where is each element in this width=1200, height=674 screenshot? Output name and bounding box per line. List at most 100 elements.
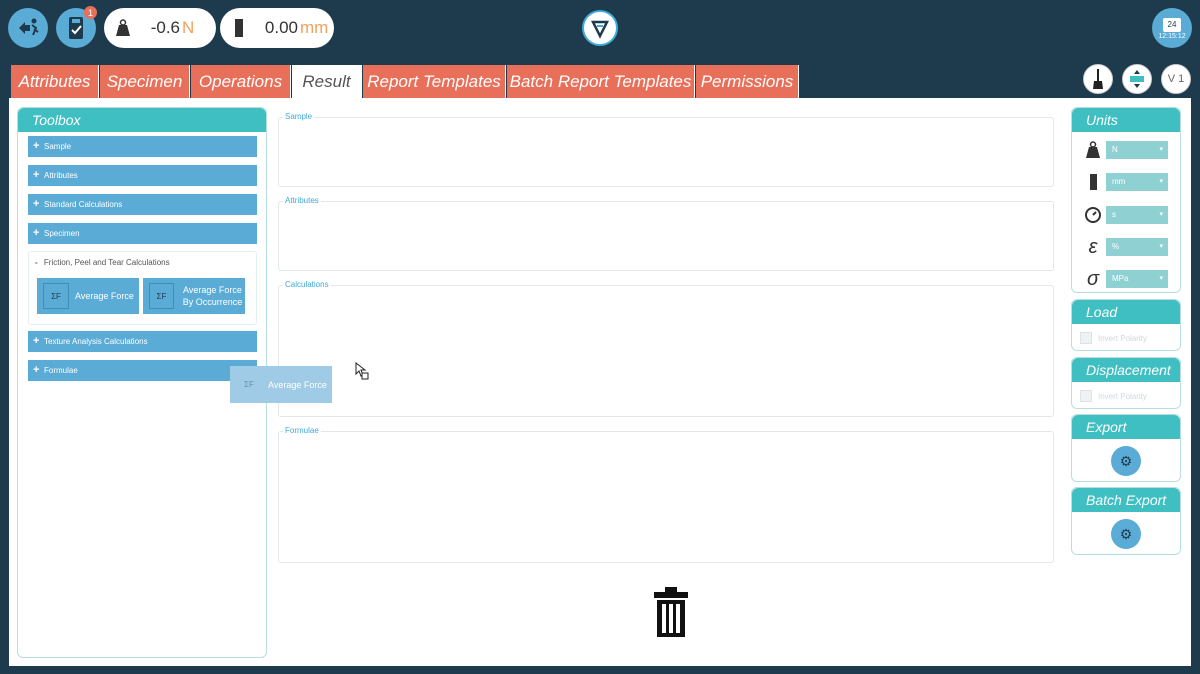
tab-operations[interactable]: Operations [191, 65, 291, 98]
epsilon-icon: ε [1088, 235, 1098, 258]
units-panel: Units N ▾ mm ▾ s ▾ ε % ▾ σ MPa ▾ [1071, 107, 1181, 293]
force-graph-icon: ΣF [43, 283, 69, 309]
batch-export-title: Batch Export [1072, 488, 1180, 512]
plus-icon: + [33, 169, 40, 181]
toolbox-item-label: Standard Calculations [44, 200, 123, 209]
export-settings-button[interactable]: ⚙ [1111, 446, 1141, 476]
toolbox-group-friction: - Friction, Peel and Tear Calculations Σ… [28, 251, 257, 325]
plus-icon: + [33, 335, 40, 347]
weight-icon [1086, 141, 1100, 158]
calendar-icon: 24 [1163, 18, 1181, 32]
toolbox-item-label: Specimen [44, 229, 80, 238]
tab-specimen[interactable]: Specimen [100, 65, 190, 98]
top-bar: 1 -0.6 N 0.00 mm 24 12:15:12 [0, 0, 1200, 56]
tab-permissions[interactable]: Permissions [696, 65, 799, 98]
chevron-down-icon: ▾ [1159, 146, 1163, 153]
force-graph-icon: ΣF [244, 380, 254, 389]
fit-height-button[interactable] [1122, 64, 1152, 94]
stress-unit-select[interactable]: MPa ▾ [1106, 270, 1168, 288]
batch-export-panel: Batch Export ⚙ [1071, 487, 1181, 555]
toolbox-item-specimen[interactable]: + Specimen [28, 223, 257, 244]
time-unit-select[interactable]: s ▾ [1106, 206, 1168, 224]
load-value: -0.6 [150, 18, 180, 37]
average-force-button[interactable]: ΣF Average Force [37, 278, 139, 314]
displacement-panel: Displacement Invert Polarity [1071, 357, 1181, 409]
gear-icon: ⚙ [1119, 525, 1133, 542]
section-title: Calculations [283, 280, 331, 289]
unit-row-time: s ▾ [1082, 205, 1172, 225]
toolbox-group-header[interactable]: - Friction, Peel and Tear Calculations [35, 258, 170, 267]
chevron-down-icon: ▾ [1159, 178, 1163, 185]
toolbox-item-attributes[interactable]: + Attributes [28, 165, 257, 186]
notification-badge: 1 [84, 6, 97, 19]
displacement-invert-label: Invert Polarity [1098, 392, 1147, 401]
section-sample[interactable]: Sample [278, 112, 1054, 187]
unit-row-length: mm ▾ [1082, 172, 1172, 192]
plus-icon: + [33, 198, 40, 210]
displacement-unit: mm [300, 18, 329, 37]
tab-result[interactable]: Result [292, 65, 362, 98]
unit-row-stress: σ MPa ▾ [1082, 267, 1172, 290]
brush-icon [1093, 69, 1103, 89]
toolbox-item-label: Attributes [44, 171, 78, 180]
toolbox-item-formulae[interactable]: + Formulae [28, 360, 257, 381]
load-panel: Load Invert Polarity [1071, 299, 1181, 351]
export-title: Export [1072, 415, 1180, 439]
plus-icon: + [33, 364, 40, 376]
toolbox-item-label: Formulae [44, 366, 78, 375]
toolbox-item-texture-analysis[interactable]: + Texture Analysis Calculations [28, 331, 257, 352]
chevron-down-icon: ▾ [1159, 211, 1163, 218]
exit-icon [19, 18, 39, 36]
displacement-title: Displacement [1072, 358, 1180, 382]
tab-report-templates[interactable]: Report Templates [363, 65, 506, 98]
length-icon [235, 19, 243, 37]
tab-attributes[interactable]: Attributes [11, 65, 99, 98]
displacement-invert-checkbox[interactable] [1080, 390, 1092, 402]
version-button[interactable]: V 1 [1161, 64, 1191, 94]
tab-batch-report-templates[interactable]: Batch Report Templates [507, 65, 695, 98]
expand-vertical-icon [1130, 70, 1144, 88]
weight-icon [116, 19, 130, 36]
force-unit-select[interactable]: N ▾ [1106, 141, 1168, 159]
calc-label: Average Force [75, 291, 134, 301]
export-panel: Export ⚙ [1071, 414, 1181, 482]
length-icon [1090, 174, 1097, 190]
plus-icon: + [33, 227, 40, 239]
clock-button[interactable]: 24 12:15:12 [1152, 8, 1192, 48]
toolbox-item-standard-calculations[interactable]: + Standard Calculations [28, 194, 257, 215]
exit-button[interactable] [8, 8, 48, 48]
plus-icon: + [33, 140, 40, 152]
section-attributes[interactable]: Attributes [278, 196, 1054, 271]
section-calculations[interactable]: Calculations [278, 280, 1054, 417]
drag-ghost-average-force[interactable]: ΣF Average Force [230, 366, 332, 403]
length-unit-select[interactable]: mm ▾ [1106, 173, 1168, 191]
clear-button[interactable] [1083, 64, 1113, 94]
average-force-occurrence-button[interactable]: ΣF Average Force By Occurrence [143, 278, 245, 314]
chevron-down-icon: ▾ [1159, 275, 1163, 282]
toolbox-item-sample[interactable]: + Sample [28, 136, 257, 157]
displacement-value: 0.00 [264, 18, 298, 37]
chevron-down-icon: ▾ [1159, 243, 1163, 250]
load-invert-label: Invert Polarity [1098, 334, 1147, 343]
section-title: Attributes [283, 196, 321, 205]
gear-icon: ⚙ [1119, 452, 1133, 469]
trash-icon[interactable] [653, 586, 689, 638]
cursor-icon [355, 362, 369, 380]
drag-ghost-label: Average Force [268, 379, 327, 390]
section-title: Sample [283, 112, 315, 121]
section-title: Formulae [283, 426, 321, 435]
batch-export-settings-button[interactable]: ⚙ [1111, 519, 1141, 549]
load-invert-checkbox[interactable] [1080, 332, 1092, 344]
calc-label: Average Force By Occurrence [182, 285, 243, 307]
toolbox-title: Toolbox [18, 108, 266, 132]
units-title: Units [1072, 108, 1180, 132]
section-formulae[interactable]: Formulae [278, 426, 1054, 563]
load-readout: -0.6 N [104, 8, 216, 48]
load-unit: N [182, 18, 195, 37]
tab-bar: Attributes Specimen Operations Result Re… [9, 60, 1191, 98]
sigma-icon: σ [1086, 267, 1100, 290]
toolbox-item-label: Sample [44, 142, 72, 151]
displacement-readout: 0.00 mm [220, 8, 334, 48]
toolbox-item-label: Texture Analysis Calculations [44, 337, 148, 346]
strain-unit-select[interactable]: % ▾ [1106, 238, 1168, 256]
